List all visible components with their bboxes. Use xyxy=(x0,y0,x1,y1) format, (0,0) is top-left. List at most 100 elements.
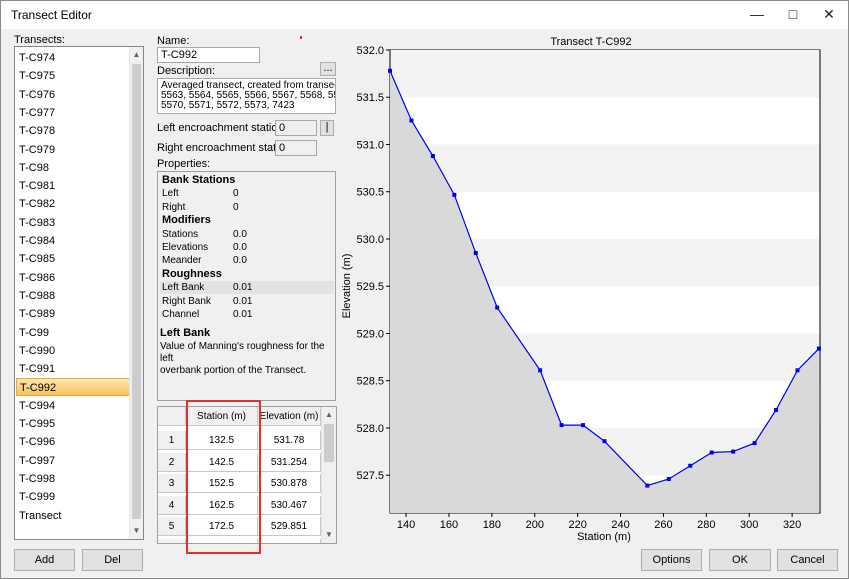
row-header[interactable]: 1 xyxy=(158,431,186,450)
name-field[interactable]: T-C992 xyxy=(157,47,260,63)
property-row[interactable]: Meander 0.0 xyxy=(160,254,334,267)
transect-list-item[interactable]: T-C988 xyxy=(16,287,130,305)
y-tick-label: 530.0 xyxy=(356,234,384,246)
elevation-cell[interactable]: 531.254 xyxy=(258,452,321,472)
transect-list-item[interactable]: T-C978 xyxy=(16,122,130,140)
transect-list-item[interactable]: T-C996 xyxy=(16,433,130,451)
chart-x-axis-label: Station (m) xyxy=(577,531,631,543)
required-marker xyxy=(300,36,302,39)
transect-list-item[interactable]: T-C98 xyxy=(16,159,130,177)
data-point xyxy=(688,463,693,468)
transect-list-item[interactable]: T-C977 xyxy=(16,104,130,122)
data-point xyxy=(538,368,543,373)
row-header[interactable]: 6 xyxy=(158,538,186,543)
elevation-cell[interactable]: 529.851 xyxy=(258,517,321,536)
property-row[interactable]: Left Bank 0.01 xyxy=(160,281,334,295)
elevation-cell[interactable]: 531.78 xyxy=(258,431,321,450)
transect-list-item[interactable]: T-C995 xyxy=(16,415,130,433)
property-value[interactable]: 0.0 xyxy=(233,228,247,241)
scroll-thumb[interactable] xyxy=(132,64,141,519)
transect-list-item[interactable]: T-C983 xyxy=(16,214,130,232)
transect-list-item[interactable]: T-C999 xyxy=(16,488,130,506)
data-point xyxy=(473,251,478,256)
minimize-icon[interactable]: — xyxy=(739,1,775,29)
property-row[interactable]: Right 0 xyxy=(160,201,334,214)
transect-list-item[interactable]: T-C985 xyxy=(16,250,130,268)
row-header[interactable]: 2 xyxy=(158,452,186,472)
property-value[interactable]: 0.01 xyxy=(233,281,252,294)
property-row[interactable]: Channel 0.01 xyxy=(160,308,334,321)
transect-list-item[interactable]: T-C984 xyxy=(16,232,130,250)
y-tick-label: 529.0 xyxy=(356,328,384,340)
transect-list-item[interactable]: T-C997 xyxy=(16,452,130,470)
transect-list[interactable]: T-C974 T-C975 T-C976 T-C977 T-C978 T-C979 T-C9… xyxy=(14,46,144,540)
transect-list-item[interactable]: T-C979 xyxy=(16,141,130,159)
transect-list-item[interactable]: T-C992 xyxy=(16,378,130,397)
property-help-line: Value of Manning's roughness for the lef… xyxy=(160,341,325,364)
scroll-down-icon[interactable]: ▼ xyxy=(130,523,143,539)
description-edit-button[interactable]: ... xyxy=(320,62,336,76)
transect-list-item[interactable]: T-C998 xyxy=(16,470,130,488)
description-field[interactable]: Averaged transect, created from transect… xyxy=(157,78,336,114)
transect-list-item[interactable]: T-C976 xyxy=(16,86,130,104)
transect-list-item[interactable]: T-C99 xyxy=(16,324,130,342)
scroll-up-icon[interactable]: ▲ xyxy=(322,407,336,423)
ok-button[interactable]: OK xyxy=(709,549,771,571)
property-value[interactable]: 0.0 xyxy=(233,241,247,254)
row-header[interactable]: 3 xyxy=(158,474,186,493)
transect-list-item[interactable]: T-C994 xyxy=(16,397,130,415)
scroll-up-icon[interactable]: ▲ xyxy=(130,47,143,63)
x-tick-label: 260 xyxy=(654,519,672,531)
left-encroachment-button[interactable]: | xyxy=(320,120,334,136)
row-header[interactable]: 5 xyxy=(158,517,186,536)
property-category: Modifiers xyxy=(160,214,334,227)
transect-list-item[interactable]: T-C986 xyxy=(16,269,130,287)
y-tick-label: 532.0 xyxy=(356,45,384,57)
property-value[interactable]: 0 xyxy=(233,201,239,214)
property-value[interactable]: 0 xyxy=(233,187,239,200)
cancel-button[interactable]: Cancel xyxy=(777,549,838,571)
del-button[interactable]: Del xyxy=(82,549,143,571)
data-point xyxy=(388,68,392,73)
properties-label: Properties: xyxy=(157,158,211,170)
maximize-icon[interactable]: □ xyxy=(775,1,811,29)
options-button[interactable]: Options xyxy=(641,549,702,571)
transect-list-item[interactable]: T-C991 xyxy=(16,360,130,378)
grid-scrollbar[interactable]: ▲ ▼ xyxy=(321,407,336,543)
property-row[interactable]: Stations 0.0 xyxy=(160,228,334,241)
scroll-down-icon[interactable]: ▼ xyxy=(322,527,336,543)
column-header-elevation[interactable]: Elevation (m) xyxy=(258,407,321,426)
transect-list-item[interactable]: T-C990 xyxy=(16,342,130,360)
scroll-thumb[interactable] xyxy=(324,424,334,462)
property-grid[interactable]: Bank Stations Left 0 Right 0 Modifiers Station… xyxy=(157,171,336,401)
close-icon[interactable]: ✕ xyxy=(811,1,847,29)
transect-list-item[interactable]: T-C982 xyxy=(16,195,130,213)
property-key: Right xyxy=(162,201,186,213)
property-value[interactable]: 0.0 xyxy=(233,254,247,267)
property-row[interactable]: Elevations 0.0 xyxy=(160,241,334,254)
elevation-cell[interactable]: 529.274 xyxy=(258,538,321,543)
property-key: Roughness xyxy=(162,267,222,280)
left-encroachment-field[interactable]: 0 xyxy=(275,120,317,136)
property-value[interactable]: 0.01 xyxy=(233,308,252,321)
transect-list-item[interactable]: T-C981 xyxy=(16,177,130,195)
transect-list-item[interactable]: T-C974 xyxy=(16,49,130,67)
add-button[interactable]: Add xyxy=(14,549,75,571)
row-header[interactable]: 4 xyxy=(158,495,186,515)
property-key: Left xyxy=(162,188,179,200)
y-tick-label: 528.5 xyxy=(356,376,384,388)
right-encroachment-field[interactable]: 0 xyxy=(275,140,317,156)
transect-list-item[interactable]: T-C989 xyxy=(16,305,130,323)
data-point xyxy=(645,483,650,488)
data-point xyxy=(409,118,414,123)
x-tick-label: 140 xyxy=(397,519,415,531)
property-row[interactable]: Left 0 xyxy=(160,187,334,200)
elevation-cell[interactable]: 530.467 xyxy=(258,495,321,515)
transect-list-scrollbar[interactable]: ▲ ▼ xyxy=(129,47,143,539)
transect-list-item[interactable]: Transect xyxy=(16,507,130,525)
property-value[interactable]: 0.01 xyxy=(233,295,252,308)
property-row[interactable]: Right Bank 0.01 xyxy=(160,295,334,308)
elevation-cell[interactable]: 530.878 xyxy=(258,474,321,493)
y-tick-label: 530.5 xyxy=(356,187,384,199)
transect-list-item[interactable]: T-C975 xyxy=(16,67,130,85)
